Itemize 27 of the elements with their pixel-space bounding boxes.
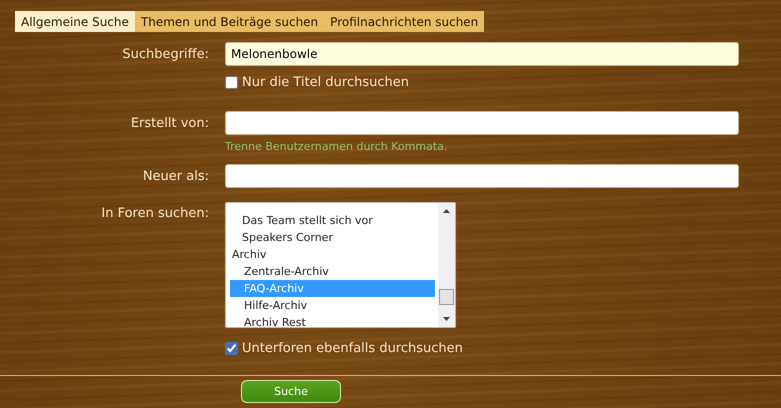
- checkbox-label: Unterforen ebenfalls durchsuchen: [242, 340, 463, 356]
- list-option[interactable]: Hilfe-Archiv: [230, 297, 435, 314]
- list-option[interactable]: Zentrale-Archiv: [230, 263, 435, 280]
- list-option[interactable]: Speakers Corner: [230, 229, 435, 246]
- author-field[interactable]: [225, 111, 739, 135]
- scrollbar[interactable]: [438, 203, 455, 327]
- field-label: Suchbegriffe:: [121, 46, 210, 62]
- search-terms-field[interactable]: Melonenbowle: [225, 42, 739, 66]
- forum-listbox[interactable]: Das Team stellt sich vor Speakers Corner Archiv Zentrale-Archiv FAQ-Archiv Hilfe-Archiv Archiv Rest: [225, 202, 456, 328]
- date-field[interactable]: [225, 164, 739, 188]
- scroll-down-icon[interactable]: [443, 317, 450, 321]
- field-label: Neuer als:: [142, 168, 210, 184]
- checkbox[interactable]: [225, 76, 238, 88]
- search-button[interactable]: Suche: [241, 380, 341, 403]
- checkbox-label: Nur die Titel durchsuchen: [242, 74, 410, 90]
- field-label: In Foren suchen:: [100, 205, 210, 221]
- tab[interactable]: Themen und Beiträge suchen: [134, 11, 324, 32]
- list-option[interactable]: Archiv Rest: [230, 314, 435, 327]
- tab[interactable]: Allgemeine Suche: [15, 11, 135, 32]
- scroll-thumb[interactable]: [439, 289, 454, 305]
- list-option[interactable]: Das Team stellt sich vor: [230, 212, 435, 229]
- checkbox[interactable]: [225, 342, 238, 354]
- list-option[interactable]: Archiv: [230, 246, 435, 263]
- tab[interactable]: Profilnachrichten suchen: [324, 11, 484, 32]
- scroll-up-icon[interactable]: [443, 209, 450, 213]
- field-label: Erstellt von:: [130, 116, 210, 130]
- hint-text: Trenne Benutzernamen durch Kommata.: [225, 140, 448, 152]
